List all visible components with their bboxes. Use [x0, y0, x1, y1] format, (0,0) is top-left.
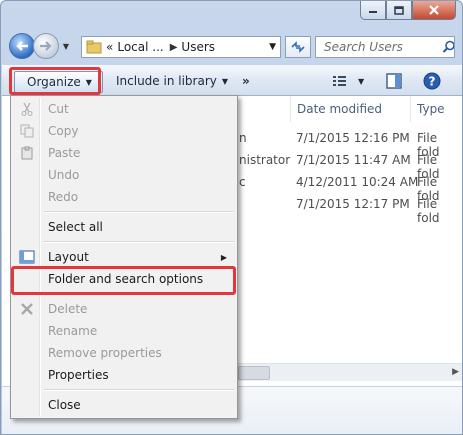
view-list-icon	[333, 76, 346, 86]
menu-label: Select all	[48, 220, 103, 234]
back-button[interactable]	[9, 33, 35, 59]
row-type[interactable]: File fold	[417, 197, 462, 225]
minimize-icon	[369, 11, 377, 13]
folder-options-highlight-box	[11, 266, 236, 295]
menu-separator	[44, 211, 234, 213]
scissors-icon	[19, 101, 35, 117]
menu-label: Close	[48, 398, 81, 412]
menu-item-paste[interactable]: Paste	[13, 142, 235, 164]
change-view-button[interactable]: ▼	[332, 71, 364, 91]
menu-label: Delete	[48, 302, 88, 316]
menu-label: Properties	[48, 368, 109, 382]
menu-item-properties[interactable]: Properties	[13, 364, 235, 386]
row-name-fragment[interactable]: c	[239, 175, 246, 189]
explorer-window: ▼ « Local ... ▶ Users ▼ Organize ▼	[0, 0, 463, 435]
help-button[interactable]: ?	[423, 71, 441, 91]
menu-label: Remove properties	[48, 346, 162, 360]
menu-separator	[44, 241, 234, 243]
column-separator[interactable]	[290, 96, 291, 122]
menu-label: Redo	[48, 190, 79, 204]
arrow-right-icon	[40, 41, 52, 51]
refresh-icon	[291, 41, 305, 53]
preview-pane-icon	[386, 73, 402, 89]
search-input[interactable]	[322, 39, 438, 55]
menu-label: Undo	[48, 168, 80, 182]
include-label: Include in library	[116, 74, 217, 88]
menu-item-remove-properties[interactable]: Remove properties	[13, 342, 235, 364]
menu-item-cut[interactable]: Cut	[13, 98, 235, 120]
menu-label: Copy	[48, 124, 79, 138]
close-window-button[interactable]	[412, 1, 456, 20]
navigation-buttons: ▼	[9, 33, 71, 59]
chevron-down-icon: ▼	[221, 76, 229, 86]
menu-item-select-all[interactable]: Select all	[13, 216, 235, 238]
delete-icon	[19, 301, 35, 317]
paste-icon	[19, 145, 35, 161]
row-date[interactable]: 7/1/2015 12:16 PM	[296, 131, 410, 145]
menu-label: Paste	[48, 146, 81, 160]
menu-item-delete[interactable]: Delete	[13, 298, 235, 320]
search-icon[interactable]	[442, 40, 454, 54]
row-date[interactable]: 7/1/2015 11:47 AM	[296, 153, 411, 167]
organize-highlight-box	[9, 67, 101, 95]
row-name-fragment[interactable]: nistrator	[239, 153, 290, 167]
arrow-left-icon	[16, 41, 28, 51]
help-icon: ?	[423, 72, 441, 90]
recent-pages-dropdown[interactable]: ▼	[61, 41, 71, 51]
breadcrumb-local[interactable]: Local ...	[117, 40, 163, 54]
menu-item-copy[interactable]: Copy	[13, 120, 235, 142]
preview-pane-button[interactable]	[386, 71, 402, 91]
menu-separator	[44, 389, 234, 391]
more-commands-button[interactable]: »	[242, 71, 250, 91]
menu-label: Cut	[48, 102, 69, 116]
address-dropdown-icon[interactable]: ▼	[269, 42, 276, 52]
include-in-library-button[interactable]: Include in library ▼	[116, 71, 228, 91]
breadcrumb-separator-icon[interactable]: ▶	[170, 42, 178, 53]
row-name-fragment[interactable]: n	[239, 131, 247, 145]
column-separator[interactable]	[410, 96, 411, 122]
forward-button[interactable]	[33, 33, 59, 59]
organize-menu: Cut Copy Paste Undo Redo Select all Layo…	[10, 95, 238, 419]
horizontal-scrollbar[interactable]: ▶	[238, 363, 462, 381]
svg-text:?: ?	[429, 75, 436, 89]
address-bar[interactable]: « Local ... ▶ Users ▼	[81, 36, 281, 58]
row-date[interactable]: 4/12/2011 10:24 AM	[296, 175, 418, 189]
navigation-pane	[2, 96, 10, 396]
layout-icon	[19, 249, 35, 265]
chevron-down-icon: ▼	[62, 41, 70, 51]
menu-item-close[interactable]: Close	[13, 394, 235, 416]
menu-label: Layout	[48, 250, 89, 264]
copy-icon	[19, 123, 35, 139]
refresh-button[interactable]	[285, 36, 311, 58]
submenu-arrow-icon: ▶	[220, 252, 227, 262]
menu-label: Rename	[48, 324, 98, 338]
breadcrumb-overflow[interactable]: «	[106, 40, 113, 54]
close-icon	[429, 5, 439, 15]
row-date[interactable]: 7/1/2015 12:17 PM	[296, 197, 410, 211]
scroll-right-icon[interactable]: ▶	[452, 367, 459, 377]
menu-item-rename[interactable]: Rename	[13, 320, 235, 342]
scrollbar-thumb[interactable]	[238, 366, 270, 380]
menu-item-layout[interactable]: Layout ▶	[13, 246, 235, 268]
breadcrumb-users[interactable]: Users	[181, 40, 215, 54]
folder-icon	[86, 40, 102, 54]
column-header-date-modified[interactable]: Date modified	[297, 96, 382, 122]
column-header-type[interactable]: Type	[417, 96, 445, 122]
menu-item-redo[interactable]: Redo	[13, 186, 235, 208]
search-box[interactable]	[315, 36, 455, 58]
chevron-down-icon: ▼	[358, 76, 365, 86]
caption-buttons	[360, 1, 456, 20]
maximize-button[interactable]	[386, 1, 412, 20]
minimize-button[interactable]	[360, 1, 386, 20]
menu-item-undo[interactable]: Undo	[13, 164, 235, 186]
maximize-icon	[394, 5, 404, 15]
